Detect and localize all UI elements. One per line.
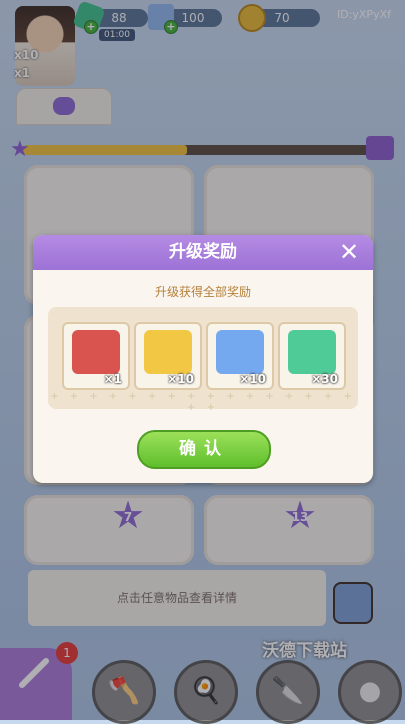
confirm-button[interactable]: 确认	[137, 430, 271, 469]
reward-qty: ×30	[311, 372, 338, 386]
reward-qty: ×10	[167, 372, 194, 386]
green-gems-icon	[288, 330, 336, 374]
dialog-title: 升级奖励	[33, 235, 373, 270]
reward-panel: ×1 ×10 ×10 ×30 + + + + + + + + + + + + +…	[48, 307, 358, 413]
reward-item-blue-crystals[interactable]: ×10	[206, 322, 274, 390]
gold-coins-icon	[144, 330, 192, 374]
close-icon[interactable]: ✕	[335, 238, 363, 266]
level-up-reward-dialog: 升级奖励 ✕ 升级获得全部奖励 ×1 ×10 ×10 ×30 + + + + +…	[33, 235, 373, 483]
reward-item-gold-coins[interactable]: ×10	[134, 322, 202, 390]
reward-item-green-gems[interactable]: ×30	[278, 322, 346, 390]
dialog-subtitle: 升级获得全部奖励	[154, 285, 251, 299]
decorative-dots: + + + + + + + + + + + + + + + + + +	[50, 391, 356, 413]
reward-item-mystery-box[interactable]: ×1	[62, 322, 130, 390]
blue-crystals-icon	[216, 330, 264, 374]
mystery-box-icon	[72, 330, 120, 374]
reward-qty: ×1	[103, 372, 122, 386]
reward-qty: ×10	[239, 372, 266, 386]
